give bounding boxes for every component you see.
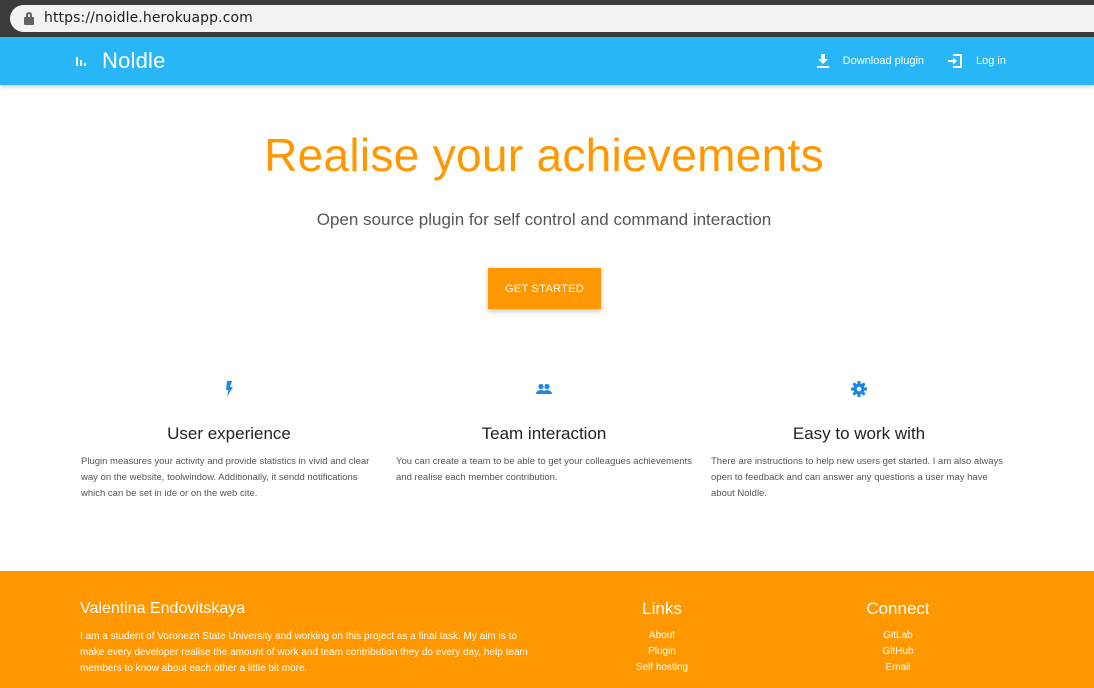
feature-text: There are instructions to help new users… (711, 456, 1003, 499)
footer-connect-title: Connect (866, 599, 930, 618)
footer-bio: I am a student of Voronezh State Univers… (80, 631, 528, 674)
download-plugin-button[interactable]: Download plugin (816, 54, 925, 68)
app-header: Noldle Download plugin Log in (0, 37, 1094, 85)
lock-icon (24, 12, 34, 25)
footer-connect-column: Connect GitLab GitHub Email (848, 599, 948, 676)
footer: Valentina Endovitskaya I am a student of… (0, 571, 1094, 688)
feature-text: You can create a team to be able to get … (396, 456, 692, 483)
feature-team-interaction: Team interaction You can create a team t… (396, 380, 692, 486)
footer-link-github[interactable]: GitHub (848, 644, 948, 660)
feature-title: User experience (167, 424, 291, 443)
address-bar[interactable]: https://noidle.herokuapp.com (10, 5, 1094, 32)
download-plugin-label: Download plugin (842, 55, 925, 67)
get-started-button[interactable]: GET STARTED (488, 268, 601, 309)
feature-text: Plugin measures your activity and provid… (81, 456, 370, 499)
people-icon (536, 383, 552, 394)
footer-links-column: Links About Plugin Self hosting (622, 599, 702, 676)
brand-title: Noldle (102, 48, 166, 73)
footer-link-plugin[interactable]: Plugin (622, 644, 702, 660)
footer-link-self-hosting[interactable]: Self hosting (622, 660, 702, 676)
feature-user-experience: User experience Plugin measures your act… (81, 380, 377, 502)
brand[interactable]: Noldle (74, 37, 166, 85)
footer-link-email[interactable]: Email (848, 660, 948, 676)
feature-easy-to-work-with: Easy to work with There are instructions… (711, 380, 1007, 502)
flash-icon (226, 381, 233, 397)
hero-title: Realise your achievements (264, 129, 824, 181)
browser-toolbar: https://noidle.herokuapp.com (0, 0, 1094, 37)
download-icon (816, 54, 829, 68)
gear-icon (851, 381, 867, 397)
footer-author-name: Valentina Endovitskaya (80, 600, 246, 617)
footer-link-about[interactable]: About (622, 628, 702, 644)
feature-title: Easy to work with (792, 424, 926, 443)
footer-links-title: Links (642, 599, 682, 618)
login-label: Log in (976, 55, 1006, 67)
header-nav: Download plugin Log in (816, 37, 1006, 85)
feature-title: Team interaction (481, 424, 607, 443)
hero-subtitle: Open source plugin for self control and … (316, 210, 772, 229)
login-icon (948, 54, 963, 68)
login-button[interactable]: Log in (948, 54, 1006, 68)
footer-link-gitlab[interactable]: GitLab (848, 628, 948, 644)
bar-chart-icon (74, 54, 90, 68)
url-text[interactable]: https://noidle.herokuapp.com (44, 10, 253, 26)
